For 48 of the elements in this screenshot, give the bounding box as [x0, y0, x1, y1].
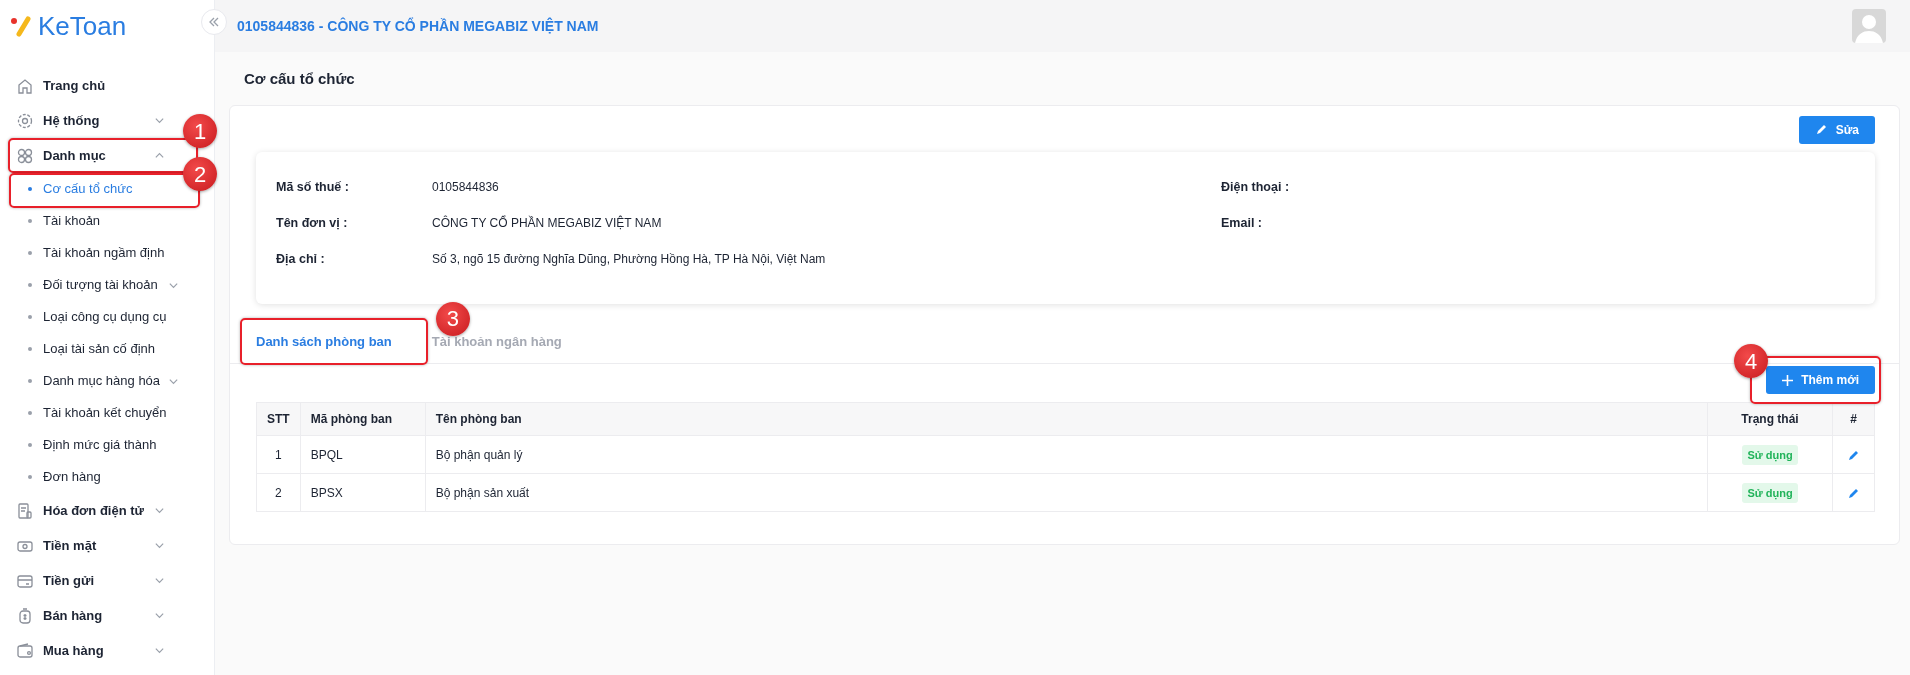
column-header: Tên phòng ban	[425, 402, 1708, 436]
submenu-item[interactable]: Cơ cấu tổ chức	[0, 173, 181, 205]
column-header: Trạng thái	[1707, 402, 1833, 436]
table-cell: 2	[256, 473, 301, 512]
status-badge: Sử dụng	[1742, 444, 1798, 465]
table-cell: Bộ phận quản lý	[425, 435, 1708, 474]
callout-number: 1	[183, 114, 217, 148]
page-title: Cơ cấu tổ chức	[244, 69, 356, 89]
submenu-item[interactable]: Tài khoản kết chuyển	[0, 397, 181, 429]
submenu-item[interactable]: Loại tài sản cố định	[0, 333, 181, 365]
sidebar-item[interactable]: Danh mục	[0, 138, 181, 173]
field-label: Tên đơn vị :	[276, 214, 349, 232]
sidebar-item[interactable]: Mua hàng	[0, 633, 181, 668]
callout-number: 2	[183, 157, 217, 191]
submenu-item[interactable]: Tài khoản	[0, 205, 181, 237]
sidebar-item[interactable]: Tiền gửi	[0, 563, 181, 598]
column-header: STT	[256, 402, 301, 436]
submenu-item[interactable]: Định mức giá thành	[0, 429, 181, 461]
sidebar-item[interactable]: Hóa đơn điện tử	[0, 493, 181, 528]
table-cell: 1	[256, 435, 301, 474]
table-cell: BPSX	[300, 473, 426, 512]
sidebar-item[interactable]: Tiền mặt	[0, 528, 181, 563]
field-value: Số 3, ngõ 15 đường Nghĩa Dũng, Phường Hồng Hà, TP Hà Nội, Việt Nam	[432, 250, 826, 268]
add-button[interactable]: Thêm mới	[1766, 366, 1875, 394]
table-cell: BPQL	[300, 435, 426, 474]
company-title: 0105844836 - CÔNG TY CỔ PHẦN MEGABIZ VIỆT NAM	[237, 16, 599, 36]
edit-button[interactable]: Sửa	[1798, 115, 1875, 144]
tab[interactable]: Danh sách phòng ban	[256, 323, 392, 363]
sidebar-item[interactable]: Bán hàng	[0, 598, 181, 633]
field-label: Email :	[1221, 214, 1263, 232]
field-value: 0105844836	[432, 178, 499, 196]
submenu-item[interactable]: Loại công cụ dụng cụ	[0, 301, 181, 333]
column-header: Mã phòng ban	[300, 402, 426, 436]
table-cell: Bộ phận sản xuất	[425, 473, 1708, 512]
logo-text: KeToan	[38, 9, 127, 43]
submenu-item[interactable]: Đơn hàng	[0, 461, 181, 493]
sidebar-item[interactable]: Hệ thống	[0, 103, 181, 138]
callout-number: 3	[435, 301, 470, 336]
field-label: Mã số thuế :	[276, 178, 350, 196]
sidebar-item[interactable]: Trang chủ	[0, 68, 181, 103]
field-label: Địa chỉ :	[276, 250, 326, 268]
callout-number: 4	[1734, 344, 1769, 378]
submenu-item[interactable]: Danh mục hàng hóa	[0, 365, 181, 397]
status-badge: Sử dụng	[1742, 482, 1798, 503]
field-value: CÔNG TY CỔ PHẦN MEGABIZ VIỆT NAM	[432, 214, 662, 232]
submenu-item[interactable]: Tài khoản ngầm định	[0, 237, 181, 269]
field-label: Điện thoại :	[1221, 178, 1291, 196]
submenu-item[interactable]: Đối tượng tài khoản	[0, 269, 181, 301]
